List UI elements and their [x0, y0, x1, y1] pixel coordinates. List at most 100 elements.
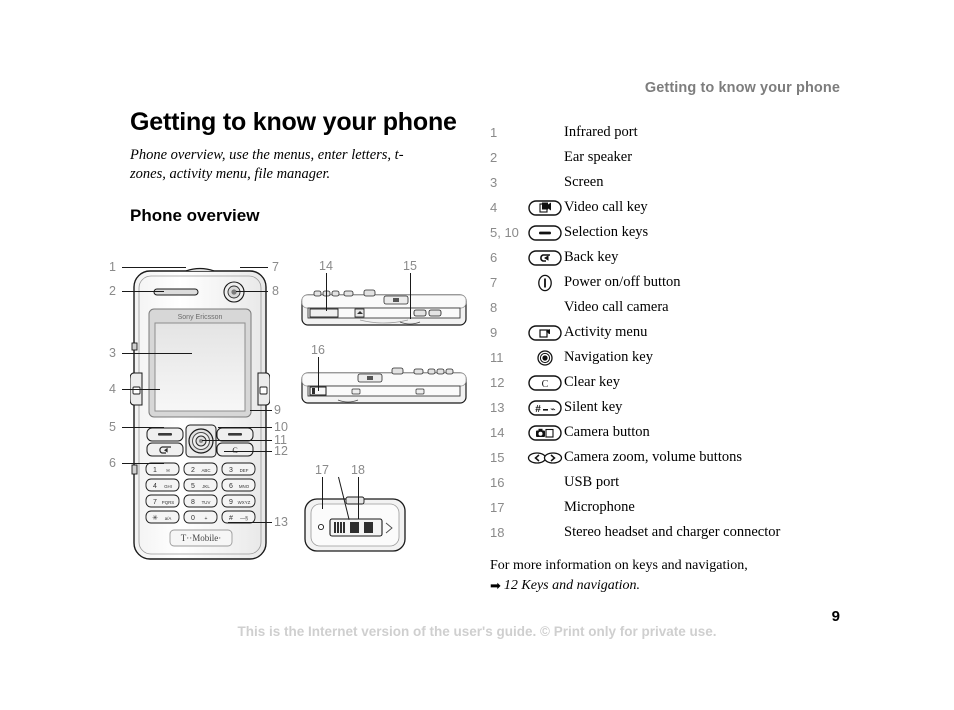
legend-row: 9 Activity menu [490, 320, 850, 345]
leader-line-18 [358, 477, 359, 519]
phone-overview-figure: Sony Ericsson C [100, 255, 470, 565]
legend-note-line1: For more information on keys and navigat… [490, 558, 748, 573]
section-title: Phone overview [130, 205, 260, 225]
legend-row: 1 Infrared port [490, 120, 850, 145]
callout-1: 1 [109, 260, 116, 274]
legend-number: 6 [490, 250, 498, 265]
legend-number: 5, 10 [490, 225, 519, 240]
phone-front-view: Sony Ericsson C [130, 267, 270, 560]
callout-3: 3 [109, 346, 116, 360]
svg-text:7: 7 [153, 499, 157, 506]
callout-6: 6 [109, 456, 116, 470]
phone-brand-text: Sony Ericsson [178, 314, 223, 321]
callout-12: 12 [274, 444, 288, 458]
legend-note-line2: ➡ 12 Keys and navigation. [490, 576, 850, 596]
svg-text:0: 0 [191, 515, 195, 522]
legend-number: 8 [490, 300, 498, 315]
legend-row: 18 Stereo headset and charger connector [490, 520, 850, 545]
legend-label: Clear key [564, 374, 620, 391]
legend-row: 8 Video call camera [490, 295, 850, 320]
leader-line-1 [122, 267, 186, 268]
legend-row: 13 # ⌁ Silent key [490, 395, 850, 420]
svg-text:4: 4 [153, 483, 157, 490]
legend-label: Navigation key [564, 349, 653, 366]
legend-note: For more information on keys and navigat… [490, 557, 850, 596]
legend-number: 16 [490, 475, 505, 490]
legend-number: 9 [490, 325, 498, 340]
legend-row: 17 Microphone [490, 495, 850, 520]
leader-line-6 [122, 463, 164, 464]
leader-line-7 [240, 267, 268, 268]
callout-9: 9 [274, 403, 281, 417]
legend-icon-slot [526, 498, 564, 518]
svg-text:9: 9 [229, 499, 233, 506]
legend-label: Camera zoom, volume buttons [564, 449, 742, 466]
legend-label: Silent key [564, 399, 623, 416]
camera-button-icon [528, 424, 562, 441]
legend-icon-slot [526, 248, 564, 268]
phone-side-view-bottom [301, 367, 467, 404]
cross-reference-link[interactable]: 12 Keys and navigation. [504, 578, 640, 593]
phone-bottom-view [304, 496, 406, 552]
legend-icon-slot: C [526, 373, 564, 393]
legend-icon-slot [526, 473, 564, 493]
svg-text:✳: ✳ [152, 514, 158, 522]
legend-icon-slot [526, 298, 564, 318]
legend-list: 1 Infrared port 2 Ear speaker 3 Screen 4… [490, 120, 850, 596]
svg-text:#: # [535, 404, 541, 415]
legend-label: Selection keys [564, 224, 649, 241]
silent-key-icon: # ⌁ [528, 399, 562, 416]
callout-8: 8 [272, 284, 279, 298]
legend-icon-slot [526, 448, 564, 468]
legend-label: Ear speaker [564, 149, 633, 166]
legend-row: 14 Camera button [490, 420, 850, 445]
callout-4: 4 [109, 382, 116, 396]
leader-line-16 [318, 357, 319, 391]
page-number: 9 [831, 608, 840, 625]
leader-line-2 [122, 291, 164, 292]
legend-label: Camera button [564, 424, 650, 441]
leader-line-14 [326, 273, 327, 311]
legend-row: 3 Screen [490, 170, 850, 195]
activity-menu-icon [528, 324, 562, 341]
svg-text:2: 2 [191, 467, 195, 474]
running-header: Getting to know your phone [644, 80, 840, 96]
back-key-icon [528, 249, 562, 266]
svg-text:#: # [229, 515, 233, 522]
svg-text:WXYZ: WXYZ [238, 500, 251, 505]
legend-number: 18 [490, 525, 505, 540]
legend-icon-slot [526, 123, 564, 143]
svg-text:6: 6 [229, 483, 233, 490]
legend-number: 14 [490, 425, 505, 440]
page-title: Getting to know your phone [130, 108, 457, 136]
legend-number: 3 [490, 175, 498, 190]
legend-row: 5, 10 Selection keys [490, 220, 850, 245]
legend-row: 4 Video call key [490, 195, 850, 220]
svg-text:✉: ✉ [166, 468, 170, 473]
legend-label: Activity menu [564, 324, 648, 341]
leader-line-15 [410, 273, 411, 319]
legend-label: USB port [564, 474, 620, 491]
legend-icon-slot [526, 273, 564, 293]
callout-2: 2 [109, 284, 116, 298]
legend-label: Infrared port [564, 124, 638, 141]
left-text-column: Getting to know your phone Phone overvie… [130, 108, 460, 226]
leader-line-8 [236, 291, 268, 292]
svg-text:C: C [542, 379, 549, 390]
legend-label: Back key [564, 249, 619, 266]
callout-7: 7 [272, 260, 279, 274]
legend-number: 4 [490, 200, 498, 215]
legend-row: 6 Back key [490, 245, 850, 270]
legend-number: 2 [490, 150, 498, 165]
svg-text:8: 8 [191, 499, 195, 506]
leader-line-11 [202, 440, 272, 441]
svg-text:JKL: JKL [202, 484, 210, 489]
callout-18: 18 [351, 463, 365, 477]
svg-text:GHI: GHI [164, 484, 172, 489]
leader-line-13 [228, 522, 272, 523]
svg-text:1: 1 [153, 467, 157, 474]
callout-17: 17 [315, 463, 329, 477]
callout-5: 5 [109, 420, 116, 434]
legend-number: 17 [490, 500, 505, 515]
legend-icon-slot [526, 323, 564, 343]
